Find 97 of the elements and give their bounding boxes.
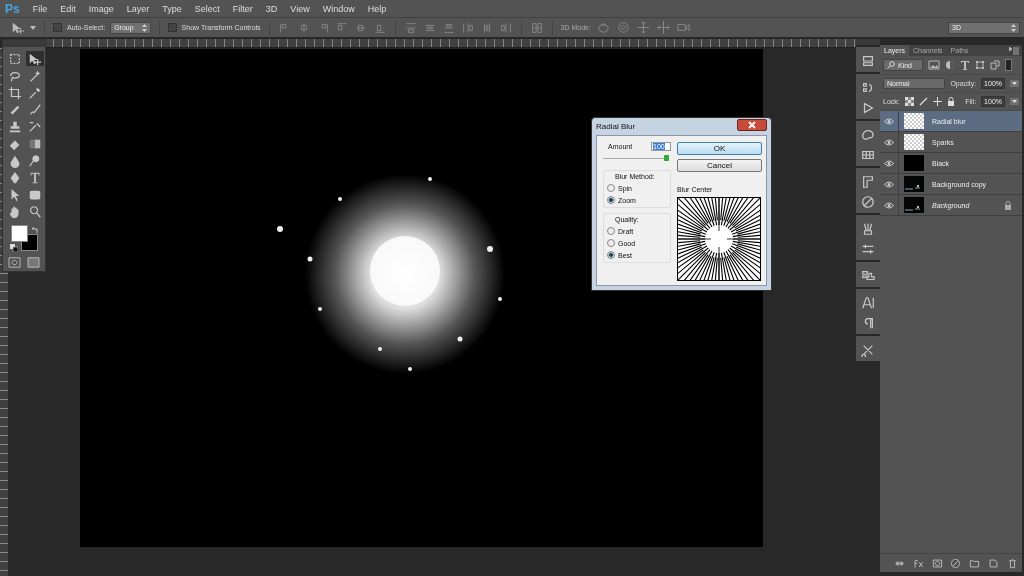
screen-mode-icon[interactable] <box>27 257 40 268</box>
eyedropper-icon <box>28 85 42 100</box>
magnifier-icon <box>28 153 42 168</box>
menu-item[interactable]: 3D <box>265 3 278 14</box>
panel-menu-icon[interactable] <box>1009 46 1019 55</box>
panel-grip[interactable] <box>856 39 880 45</box>
lock-icon[interactable] <box>946 97 955 106</box>
radio-button[interactable] <box>607 227 615 235</box>
menu-item[interactable]: Type <box>162 3 182 14</box>
eye-icon[interactable] <box>884 117 894 125</box>
stepper-icon <box>141 23 147 32</box>
palette-icon[interactable] <box>861 128 875 142</box>
sliders-icon[interactable] <box>861 242 875 256</box>
panel-grip[interactable] <box>3 40 45 47</box>
tool-button[interactable] <box>26 51 44 66</box>
history-icon[interactable] <box>861 54 875 68</box>
smart-object-icon[interactable] <box>990 60 1000 70</box>
caret-icon <box>30 25 36 30</box>
color-swatches-icon[interactable] <box>11 225 38 251</box>
brush-icon <box>28 102 42 117</box>
quick-mask-icon[interactable] <box>8 257 21 268</box>
radio-button[interactable] <box>607 239 615 247</box>
crop-icon <box>8 85 22 100</box>
menu-item[interactable]: Layer <box>126 3 150 14</box>
adjustment-icon[interactable] <box>861 195 875 209</box>
tool-preset-picker[interactable] <box>10 20 36 35</box>
new-layer-icon[interactable] <box>988 557 1000 569</box>
tools-icon[interactable] <box>861 343 875 357</box>
layer-thumbnail <box>904 197 924 213</box>
checkerboard-icon[interactable] <box>904 97 914 106</box>
type-icon[interactable] <box>960 60 970 70</box>
radio-button[interactable] <box>607 196 615 204</box>
tool-button[interactable] <box>6 85 24 100</box>
move-icon <box>28 51 42 66</box>
close-icon <box>748 120 756 129</box>
search-icon <box>887 61 895 69</box>
eye-icon[interactable] <box>884 138 894 146</box>
image-icon[interactable] <box>928 60 940 70</box>
blur-center-drawing[interactable] <box>677 197 761 281</box>
eye-icon[interactable] <box>884 159 894 167</box>
type-icon <box>28 170 42 185</box>
menu-item[interactable]: View <box>290 3 310 14</box>
filter-toggle[interactable] <box>1005 59 1012 71</box>
folder-icon[interactable] <box>969 557 981 569</box>
marquee-icon <box>8 51 22 66</box>
actions-icon[interactable] <box>861 81 875 95</box>
play-icon[interactable] <box>861 101 875 115</box>
styles-icon[interactable] <box>861 175 875 189</box>
swap-icon[interactable] <box>31 226 39 234</box>
brushes-icon[interactable] <box>861 222 875 236</box>
shape-icon[interactable] <box>975 60 985 70</box>
move-icon <box>10 20 26 35</box>
layer-thumbnail <box>904 134 924 150</box>
menu-item[interactable]: Filter <box>232 3 253 14</box>
eye-icon[interactable] <box>884 201 894 209</box>
menu-item[interactable]: Select <box>194 3 220 14</box>
adjustment-icon[interactable] <box>945 60 955 70</box>
brush-icon[interactable] <box>918 97 928 106</box>
move-icon[interactable] <box>932 97 942 106</box>
dropdown-button[interactable] <box>1010 80 1019 87</box>
wand-icon <box>28 68 42 83</box>
menu-item[interactable]: Edit <box>60 3 76 14</box>
layer-thumbnail <box>904 155 924 171</box>
menu-item[interactable]: Image <box>88 3 114 14</box>
clone-source-icon[interactable] <box>861 269 875 283</box>
brush-icon <box>28 119 42 134</box>
radio-button[interactable] <box>607 184 615 192</box>
ok-button[interactable]: OK <box>677 142 762 155</box>
slide-icon[interactable] <box>655 20 671 35</box>
menu-item[interactable]: Window <box>322 3 355 14</box>
dropdown-button[interactable] <box>1010 98 1019 105</box>
radio-button[interactable] <box>607 251 615 259</box>
pan-icon[interactable] <box>635 20 651 35</box>
default-colors-icon[interactable] <box>10 244 18 252</box>
caret-icon <box>1012 82 1017 85</box>
cancel-button[interactable]: Cancel <box>677 159 762 172</box>
close-button[interactable] <box>737 118 767 131</box>
dialog-title: Radial Blur <box>596 122 636 131</box>
character-icon[interactable] <box>861 296 875 310</box>
caret-icon <box>1012 100 1017 103</box>
trash-icon[interactable] <box>1007 557 1018 569</box>
layer-thumbnail <box>904 113 924 129</box>
eye-icon[interactable] <box>884 180 894 188</box>
adjustment-icon[interactable] <box>950 557 962 569</box>
zoom-icon <box>28 204 42 219</box>
menu-item[interactable]: File <box>32 3 48 14</box>
mask-icon[interactable] <box>931 557 943 569</box>
checkbox[interactable] <box>167 23 177 32</box>
stepper-icon <box>1011 23 1016 32</box>
slider-thumb[interactable] <box>664 155 669 161</box>
fx-icon[interactable] <box>912 557 924 569</box>
stamp-icon <box>8 119 22 134</box>
hand-icon <box>8 204 22 219</box>
menu-item[interactable]: Help <box>367 3 387 14</box>
checkbox[interactable] <box>53 23 62 32</box>
layer-thumbnail <box>904 176 924 192</box>
grid-icon[interactable] <box>861 148 875 162</box>
